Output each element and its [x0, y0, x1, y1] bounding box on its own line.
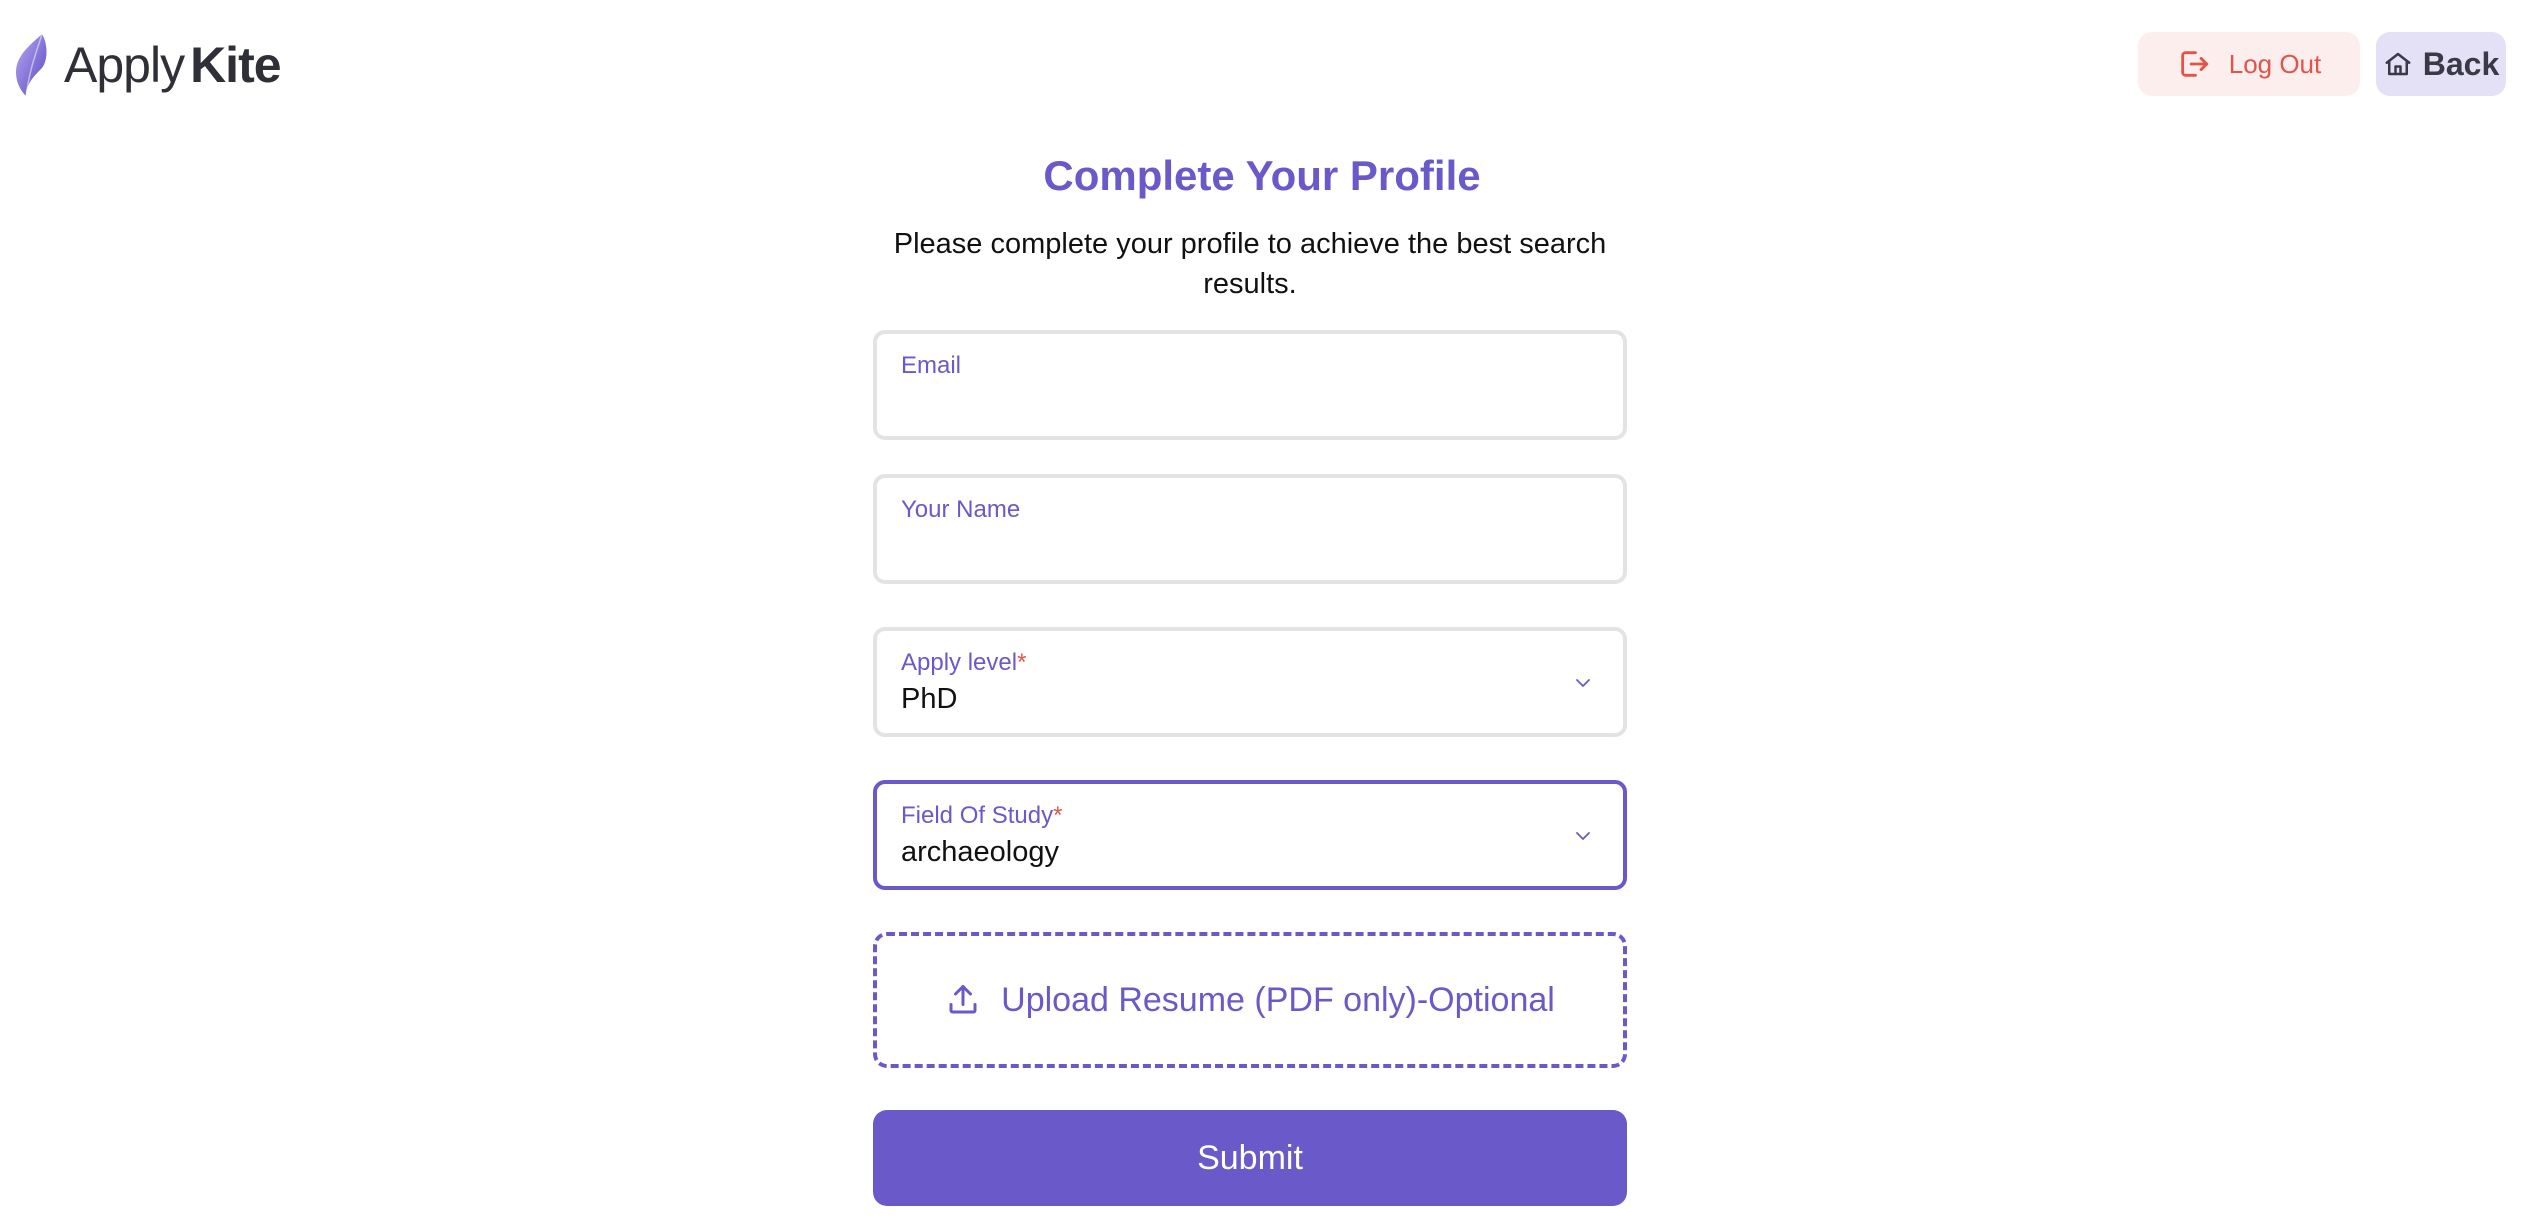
field-of-study-select[interactable]: Field Of Study* archaeology: [873, 780, 1627, 890]
profile-page: Apply Kite Log Out Back Complete Your Pro…: [0, 0, 2524, 1230]
log-out-label: Log Out: [2228, 48, 2322, 79]
apply-level-label-text: Apply level: [901, 649, 1018, 676]
apply-level-value: PhD: [901, 683, 958, 715]
email-field[interactable]: Email: [873, 330, 1627, 440]
field-of-study-label: Field Of Study*: [901, 802, 1062, 830]
upload-icon: [949, 985, 977, 1014]
log-out-icon: [2180, 51, 2208, 77]
apply-level-select[interactable]: Apply level* PhD: [873, 627, 1627, 737]
log-out-button[interactable]: Log Out: [2138, 32, 2360, 96]
chevron-down-icon: [1576, 832, 1590, 840]
logo-word-apply: Apply: [64, 37, 185, 93]
logo-word-kite: Kite: [190, 37, 281, 93]
required-marker: *: [1053, 802, 1063, 829]
upload-label: Upload Resume (PDF only)-Optional: [1001, 980, 1555, 1019]
field-of-study-value: archaeology: [901, 836, 1059, 868]
back-label: Back: [2422, 45, 2500, 82]
name-field[interactable]: Your Name: [873, 474, 1627, 584]
chevron-down-icon: [1576, 679, 1590, 687]
email-label: Email: [901, 352, 962, 379]
field-of-study-label-text: Field Of Study: [901, 802, 1054, 829]
app-logo[interactable]: Apply Kite: [12, 30, 282, 100]
required-marker: *: [1017, 649, 1027, 676]
logo-text: Apply Kite: [64, 36, 282, 94]
kite-logo-icon: [16, 33, 47, 97]
page-subtitle: Please complete your profile to achieve …: [893, 228, 1607, 300]
name-input[interactable]: [901, 534, 1581, 570]
upload-resume-dropzone[interactable]: Upload Resume (PDF only)-Optional: [873, 932, 1627, 1068]
name-label: Your Name: [901, 496, 1021, 523]
page-title: Complete Your Profile: [1043, 152, 1481, 199]
back-button[interactable]: Back: [2376, 32, 2506, 96]
submit-button[interactable]: Submit: [873, 1110, 1627, 1206]
email-input[interactable]: [901, 390, 1581, 426]
home-icon: [2385, 52, 2411, 76]
apply-level-label: Apply level*: [901, 649, 1026, 677]
